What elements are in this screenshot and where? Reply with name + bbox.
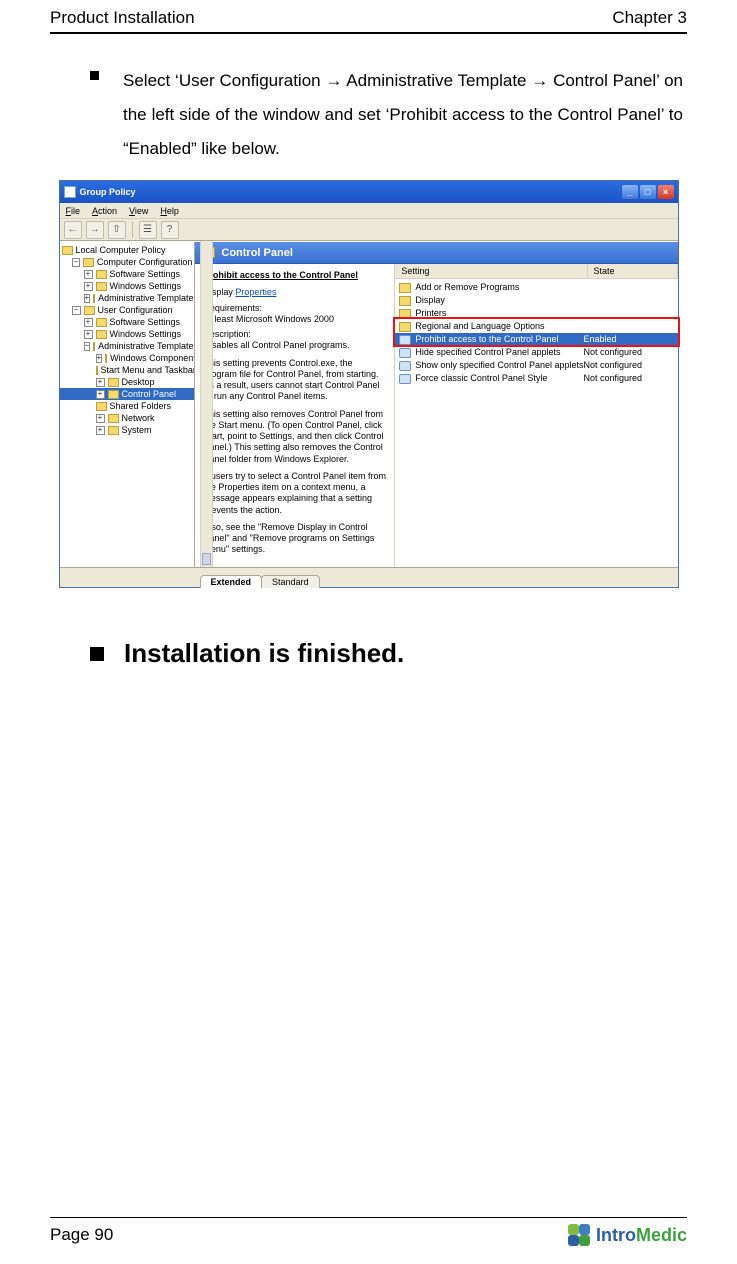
menu-bar: File Action View Help xyxy=(60,203,678,219)
setting-icon xyxy=(399,335,411,345)
tree-start-menu[interactable]: Start Menu and Taskbar xyxy=(60,364,195,376)
finished-bullet: Installation is finished. xyxy=(90,638,687,669)
bullet-icon xyxy=(90,71,99,80)
description-pane: Prohibit access to the Control Panel Dis… xyxy=(195,264,395,567)
tree-cc-admin[interactable]: +Administrative Templates xyxy=(60,292,195,304)
page-number: Page 90 xyxy=(50,1225,113,1245)
list-item[interactable]: Display xyxy=(395,294,677,307)
tree-scrollbar[interactable] xyxy=(200,241,213,567)
properties-link[interactable]: Properties xyxy=(235,287,276,297)
list-item-prohibit-access[interactable]: Prohibit access to the Control PanelEnab… xyxy=(395,333,677,346)
folder-icon xyxy=(399,322,411,332)
back-button[interactable]: ← xyxy=(64,221,82,239)
tree-cc-software[interactable]: +Software Settings xyxy=(60,268,195,280)
tabs-row: Extended Standard xyxy=(60,567,678,587)
up-button[interactable]: ⇧ xyxy=(108,221,126,239)
tree-pane[interactable]: Local Computer Policy −Computer Configur… xyxy=(60,242,196,567)
scroll-thumb[interactable] xyxy=(202,553,211,565)
finished-text: Installation is finished. xyxy=(124,638,404,669)
tab-extended[interactable]: Extended xyxy=(200,575,263,588)
col-state[interactable]: State xyxy=(588,264,678,278)
description-label: Description: xyxy=(203,329,386,340)
tree-uc-software[interactable]: +Software Settings xyxy=(60,316,195,328)
setting-icon xyxy=(399,361,411,371)
header-rule xyxy=(50,32,687,34)
list-item[interactable]: Printers xyxy=(395,307,677,320)
close-button[interactable]: × xyxy=(658,185,674,199)
menu-file[interactable]: File xyxy=(66,206,81,216)
app-icon xyxy=(64,186,76,198)
properties-button[interactable]: ☰ xyxy=(139,221,157,239)
control-panel-header: Control Panel xyxy=(195,242,677,264)
setting-icon xyxy=(399,348,411,358)
requirements-label: Requirements: xyxy=(203,303,386,314)
group-policy-screenshot: Group Policy _ □ × File Action View Help… xyxy=(59,180,679,588)
forward-button[interactable]: → xyxy=(86,221,104,239)
window-title: Group Policy xyxy=(80,187,136,197)
requirements-text: At least Microsoft Windows 2000 xyxy=(203,314,386,325)
toolbar: ← → ⇧ ☰ ? xyxy=(60,219,678,241)
setting-title: Prohibit access to the Control Panel xyxy=(203,270,386,281)
window-titlebar: Group Policy _ □ × xyxy=(60,181,678,203)
folder-icon xyxy=(399,283,411,293)
menu-action[interactable]: Action xyxy=(92,206,117,216)
desc-p2: This setting prevents Control.exe, the p… xyxy=(203,358,386,403)
tree-user-config[interactable]: −User Configuration xyxy=(60,304,195,316)
instruction-bullet: Select ‘User Configuration → Administrat… xyxy=(90,64,683,166)
list-item[interactable]: Regional and Language Options xyxy=(395,320,677,333)
tree-system[interactable]: +System xyxy=(60,424,195,436)
desc-p3: This setting also removes Control Panel … xyxy=(203,409,386,465)
list-item[interactable]: Force classic Control Panel StyleNot con… xyxy=(395,372,677,385)
intromedic-logo: IntroMedic xyxy=(568,1224,687,1246)
desc-p4: If users try to select a Control Panel i… xyxy=(203,471,386,516)
footer-rule xyxy=(50,1217,687,1218)
list-item[interactable]: Show only specified Control Panel applet… xyxy=(395,359,677,372)
bullet-icon xyxy=(90,647,104,661)
tree-control-panel[interactable]: +Control Panel xyxy=(60,388,195,400)
list-header: Setting State xyxy=(395,264,677,279)
folder-icon xyxy=(399,296,411,306)
tree-cc-windows[interactable]: +Windows Settings xyxy=(60,280,195,292)
menu-help[interactable]: Help xyxy=(160,206,179,216)
desc-p5: Also, see the "Remove Display in Control… xyxy=(203,522,386,556)
tree-win-components[interactable]: +Windows Components xyxy=(60,352,195,364)
list-item[interactable]: Add or Remove Programs xyxy=(395,281,677,294)
desc-p1: Disables all Control Panel programs. xyxy=(203,340,386,351)
help-button[interactable]: ? xyxy=(161,221,179,239)
setting-icon xyxy=(399,374,411,384)
maximize-button[interactable]: □ xyxy=(640,185,656,199)
minimize-button[interactable]: _ xyxy=(622,185,638,199)
tree-network[interactable]: +Network xyxy=(60,412,195,424)
page-footer: Page 90 IntroMedic xyxy=(50,1217,687,1264)
menu-view[interactable]: View xyxy=(129,206,148,216)
tree-uc-admin[interactable]: −Administrative Templates xyxy=(60,340,195,352)
tree-root[interactable]: Local Computer Policy xyxy=(60,244,195,256)
folder-icon xyxy=(399,309,411,319)
tree-shared-folders[interactable]: Shared Folders xyxy=(60,400,195,412)
list-item[interactable]: Hide specified Control Panel appletsNot … xyxy=(395,346,677,359)
toolbar-sep xyxy=(132,222,133,238)
header-left: Product Installation xyxy=(50,8,195,28)
logo-mark-icon xyxy=(568,1224,590,1246)
tree-desktop[interactable]: +Desktop xyxy=(60,376,195,388)
header-right: Chapter 3 xyxy=(612,8,687,28)
instruction-text: Select ‘User Configuration → Administrat… xyxy=(123,64,683,166)
tree-uc-windows[interactable]: +Windows Settings xyxy=(60,328,195,340)
settings-list-pane: Setting State Add or Remove Programs Dis… xyxy=(395,264,677,567)
tree-computer-config[interactable]: −Computer Configuration xyxy=(60,256,195,268)
col-setting[interactable]: Setting xyxy=(395,264,587,278)
tab-standard[interactable]: Standard xyxy=(261,575,320,588)
control-panel-title: Control Panel xyxy=(221,247,293,259)
logo-text: IntroMedic xyxy=(596,1225,687,1246)
